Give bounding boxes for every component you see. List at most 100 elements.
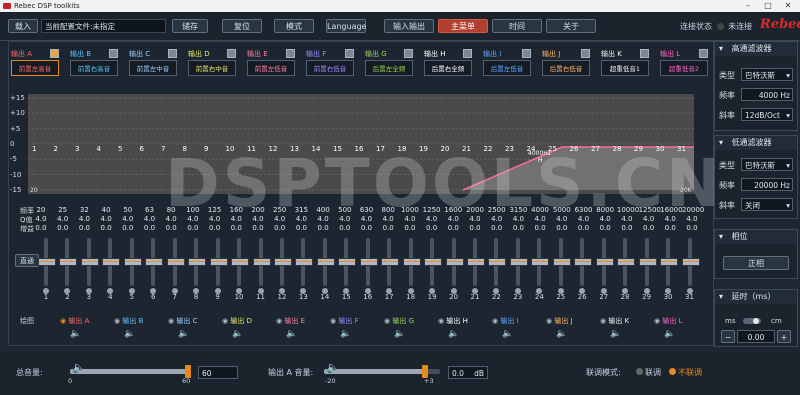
- output-name-button[interactable]: 后置左全频: [365, 60, 413, 76]
- output-name-button[interactable]: 前置左低音: [247, 60, 295, 76]
- mute-speaker-icon[interactable]: 🔈: [664, 329, 675, 339]
- gain-cell[interactable]: 0.0: [639, 224, 659, 232]
- output-checkbox[interactable]: [227, 49, 236, 58]
- output-checkbox[interactable]: [345, 49, 354, 58]
- q-cell[interactable]: 4.0: [31, 215, 51, 223]
- gain-cell[interactable]: 0.0: [205, 224, 225, 232]
- mute-speaker-icon[interactable]: 🔈: [502, 329, 513, 339]
- output-name-button[interactable]: 超重低音1: [601, 60, 649, 76]
- output-checkbox[interactable]: [522, 49, 531, 58]
- slider-knob[interactable]: [509, 258, 528, 266]
- gain-cell[interactable]: 0.0: [357, 224, 377, 232]
- delay-minus-button[interactable]: −: [721, 330, 735, 343]
- gain-cell[interactable]: 0.0: [118, 224, 138, 232]
- language-button[interactable]: Language: [326, 19, 366, 33]
- slider-knob[interactable]: [638, 258, 657, 266]
- slider-knob[interactable]: [59, 258, 78, 266]
- band-gain-slider[interactable]: [681, 238, 700, 286]
- draw-output-toggle[interactable]: ◉ 输出 H: [438, 316, 468, 326]
- output-channel-4[interactable]: 输出 E 前置左低音: [244, 46, 298, 86]
- io-tab[interactable]: 输入输出: [384, 19, 434, 33]
- freq-cell[interactable]: 25: [53, 206, 73, 214]
- slider-knob[interactable]: [252, 258, 271, 266]
- q-cell[interactable]: 4.0: [140, 215, 160, 223]
- output-name-button[interactable]: 前置右高音: [70, 60, 118, 76]
- time-tab[interactable]: 时间: [492, 19, 542, 33]
- slider-knob[interactable]: [102, 258, 121, 266]
- minimize-button[interactable]: –: [738, 0, 758, 12]
- gain-cell[interactable]: 0.0: [31, 224, 51, 232]
- draw-output-toggle[interactable]: ◉ 输出 C: [168, 316, 197, 326]
- gain-cell[interactable]: 0.0: [552, 224, 572, 232]
- band-gain-slider[interactable]: [102, 238, 121, 286]
- gain-cell[interactable]: 0.0: [335, 224, 355, 232]
- delay-plus-button[interactable]: +: [777, 330, 791, 343]
- gain-cell[interactable]: 0.0: [291, 224, 311, 232]
- gain-cell[interactable]: 0.0: [508, 224, 528, 232]
- gain-cell[interactable]: 0.0: [378, 224, 398, 232]
- output-channel-10[interactable]: 输出 K 超重低音1: [598, 46, 652, 86]
- draw-output-toggle[interactable]: ◉ 输出 J: [546, 316, 573, 326]
- slider-knob[interactable]: [574, 258, 593, 266]
- freq-cell[interactable]: 63: [140, 206, 160, 214]
- output-name-button[interactable]: 前置左高音: [11, 60, 59, 76]
- output-channel-7[interactable]: 输出 H 后置右全频: [421, 46, 475, 86]
- band-gain-slider[interactable]: [638, 238, 657, 286]
- gain-cell[interactable]: 0.0: [96, 224, 116, 232]
- main-menu-tab[interactable]: 主菜单: [438, 19, 488, 33]
- output-checkbox[interactable]: [404, 49, 413, 58]
- band-gain-slider[interactable]: [509, 238, 528, 286]
- slider-knob[interactable]: [188, 258, 207, 266]
- output-name-button[interactable]: 前置右中音: [188, 60, 236, 76]
- mute-speaker-icon[interactable]: 🔈: [232, 329, 243, 339]
- slider-knob[interactable]: [531, 258, 550, 266]
- slider-knob[interactable]: [145, 258, 164, 266]
- band-gain-slider[interactable]: [252, 238, 271, 286]
- q-cell[interactable]: 4.0: [74, 215, 94, 223]
- band-gain-slider[interactable]: [231, 238, 250, 286]
- draw-output-toggle[interactable]: ◉ 输出 G: [384, 316, 414, 326]
- gain-cell[interactable]: 0.0: [530, 224, 550, 232]
- lp-freq-input[interactable]: 20000 Hz: [741, 178, 793, 191]
- band-gain-slider[interactable]: [145, 238, 164, 286]
- band-gain-slider[interactable]: [80, 238, 99, 286]
- bypass-button[interactable]: 直通: [15, 254, 39, 267]
- output-channel-1[interactable]: 输出 B 前置右高音: [67, 46, 121, 86]
- maximize-button[interactable]: □: [758, 0, 778, 12]
- slider-knob[interactable]: [209, 258, 228, 266]
- q-cell[interactable]: 4.0: [96, 215, 116, 223]
- save-button[interactable]: 储存: [172, 19, 208, 33]
- total-volume-value[interactable]: 60: [198, 366, 238, 379]
- slider-knob[interactable]: [595, 258, 614, 266]
- mute-speaker-icon[interactable]: 🔈: [394, 329, 405, 339]
- slider-knob[interactable]: [273, 258, 292, 266]
- load-button[interactable]: 载入: [8, 19, 38, 33]
- gain-cell[interactable]: 0.0: [595, 224, 615, 232]
- mute-speaker-icon[interactable]: 🔈: [124, 329, 135, 339]
- gain-cell[interactable]: 0.0: [248, 224, 268, 232]
- gain-cell[interactable]: 0.0: [443, 224, 463, 232]
- gain-cell[interactable]: 0.0: [74, 224, 94, 232]
- slider-knob[interactable]: [38, 258, 56, 266]
- gain-cell[interactable]: 0.0: [226, 224, 246, 232]
- output-channel-6[interactable]: 输出 G 后置左全频: [362, 46, 416, 86]
- output-name-button[interactable]: 前置右低音: [306, 60, 354, 76]
- gain-cell[interactable]: 0.0: [465, 224, 485, 232]
- gain-cell[interactable]: 0.0: [574, 224, 594, 232]
- gain-cell[interactable]: 0.0: [660, 224, 680, 232]
- collapse-icon[interactable]: ▾: [719, 138, 723, 147]
- draw-output-toggle[interactable]: ◉ 输出 L: [654, 316, 682, 326]
- band-gain-slider[interactable]: [273, 238, 292, 286]
- slider-knob[interactable]: [80, 258, 99, 266]
- band-gain-slider[interactable]: [424, 238, 443, 286]
- output-channel-2[interactable]: 输出 C 前置左中音: [126, 46, 180, 86]
- band-gain-slider[interactable]: [123, 238, 142, 286]
- output-checkbox[interactable]: [109, 49, 118, 58]
- output-volume-input[interactable]: 0.0 dB: [448, 366, 488, 379]
- freq-cell[interactable]: 50: [118, 206, 138, 214]
- lp-slope-select[interactable]: 关闭 ▾: [741, 198, 793, 211]
- slider-knob[interactable]: [295, 258, 314, 266]
- slider-knob[interactable]: [166, 258, 185, 266]
- gain-cell[interactable]: 0.0: [183, 224, 203, 232]
- output-checkbox[interactable]: [50, 49, 59, 58]
